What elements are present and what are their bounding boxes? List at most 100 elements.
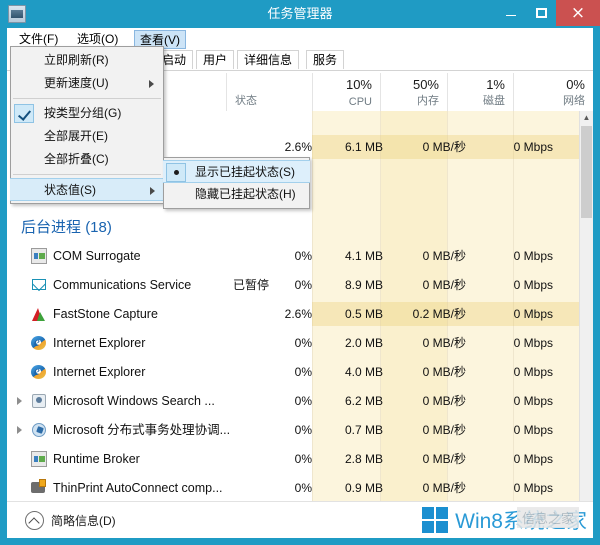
cell-disk: 0 MB/秒 xyxy=(422,394,466,408)
cell-network: 0 Mbps xyxy=(513,481,553,495)
submenu-item-show-suspended[interactable]: 显示已挂起状态(S) xyxy=(163,160,310,183)
cell-disk: 0 MB/秒 xyxy=(422,365,466,379)
column-percent-network: 0% xyxy=(566,77,585,92)
menu-item-status-values[interactable]: 状态值(S) xyxy=(10,178,164,201)
table-row[interactable]: COM Surrogate 0% 4.1 MB 0 MB/秒 0 Mbps xyxy=(7,244,579,268)
cell-process-name: Internet Explorer xyxy=(53,365,146,379)
fewer-details-label: 简略信息(D) xyxy=(51,513,116,528)
menu-item-expand-all[interactable]: 全部展开(E) xyxy=(11,125,163,148)
table-row[interactable]: Microsoft 分布式事务处理协调... 0% 0.7 MB 0 MB/秒 … xyxy=(7,418,579,442)
cell-process-name: Microsoft 分布式事务处理协调... xyxy=(53,423,231,437)
expander-icon[interactable] xyxy=(17,426,22,434)
tab-users[interactable]: 用户 xyxy=(196,50,235,69)
maximize-button[interactable] xyxy=(526,0,556,26)
cell-cpu: 0% xyxy=(294,452,312,466)
window-controls: × xyxy=(496,0,600,28)
cell-network: 0 Mbps xyxy=(513,307,553,321)
vertical-scrollbar[interactable]: ▲ ▼ xyxy=(579,111,593,520)
cell-process-name: FastStone Capture xyxy=(53,307,158,321)
cell-disk: 0 MB/秒 xyxy=(422,336,466,350)
cell-network: 0 Mbps xyxy=(513,336,553,350)
dtc-icon xyxy=(31,422,47,438)
mail-icon xyxy=(31,277,47,293)
cell-disk: 0 MB/秒 xyxy=(422,452,466,466)
expander-icon[interactable] xyxy=(17,397,22,405)
com-surrogate-icon xyxy=(31,248,47,264)
cell-memory: 6.2 MB xyxy=(344,394,383,408)
column-label-network: 网络 xyxy=(563,95,585,107)
cell-memory: 6.1 MB xyxy=(344,140,383,154)
submenu-item-hide-suspended[interactable]: 隐藏已挂起状态(H) xyxy=(164,183,309,206)
table-row[interactable]: Internet Explorer 0% 4.0 MB 0 MB/秒 0 Mbp… xyxy=(7,360,579,384)
column-percent-cpu: 10% xyxy=(345,77,372,92)
submenu-item-show-suspended-label: 显示已挂起状态(S) xyxy=(195,165,295,179)
scroll-up-icon[interactable]: ▲ xyxy=(580,111,593,125)
cell-memory: 8.9 MB xyxy=(344,278,383,292)
faststone-capture-icon xyxy=(31,306,47,322)
column-label-status: 状态 xyxy=(235,95,257,107)
column-header-disk[interactable]: 1% 磁盘 xyxy=(447,73,513,111)
tab-services[interactable]: 服务 xyxy=(306,50,345,69)
menu-item-group-by-type-label: 按类型分组(G) xyxy=(44,106,122,120)
thinprint-icon xyxy=(31,479,47,496)
column-label-memory: 内存 xyxy=(417,95,439,107)
windows-logo-icon xyxy=(422,507,449,533)
minimize-button[interactable] xyxy=(496,0,526,26)
footer-bar: 简略信息(D) Win8系统之家 信息之家 xyxy=(7,501,593,538)
cell-cpu: 0% xyxy=(294,249,312,263)
column-label-disk: 磁盘 xyxy=(483,95,505,107)
checkmark-icon xyxy=(14,104,34,123)
cell-network: 0 Mbps xyxy=(513,423,553,437)
cell-cpu: 0% xyxy=(294,394,312,408)
cell-process-name: Microsoft Windows Search ... xyxy=(53,394,215,408)
cell-memory: 0.5 MB xyxy=(344,307,383,321)
table-row[interactable]: Communications Service 已暂停 0% 8.9 MB 0 M… xyxy=(7,273,579,297)
table-row[interactable]: ThinPrint AutoConnect comp... 0% 0.9 MB … xyxy=(7,476,579,500)
cell-network: 0 Mbps xyxy=(513,365,553,379)
cell-disk: 0 MB/秒 xyxy=(422,423,466,437)
group-count: (18) xyxy=(85,219,112,236)
menu-item-collapse-all[interactable]: 全部折叠(C) xyxy=(11,148,163,171)
scrollbar-thumb[interactable] xyxy=(581,126,592,218)
chevron-right-icon xyxy=(150,187,155,195)
group-header-label: 后台进程 (18) xyxy=(21,215,112,241)
cell-cpu: 0% xyxy=(294,423,312,437)
table-row[interactable]: FastStone Capture 2.6% 0.5 MB 0.2 MB/秒 0… xyxy=(7,302,579,326)
close-button[interactable]: × xyxy=(556,0,600,26)
cell-disk: 0 MB/秒 xyxy=(422,481,466,495)
column-header-memory[interactable]: 50% 内存 xyxy=(380,73,447,111)
group-header-background-processes[interactable]: 后台进程 (18) xyxy=(7,215,579,241)
menu-item-refresh-now[interactable]: 立即刷新(R) xyxy=(11,49,163,72)
cell-disk: 0.2 MB/秒 xyxy=(412,307,466,321)
watermark-ghost-text: 信息之家 xyxy=(516,507,579,528)
menu-item-update-speed[interactable]: 更新速度(U) xyxy=(11,72,163,95)
tab-details[interactable]: 详细信息 xyxy=(237,50,300,69)
cell-process-name: Runtime Broker xyxy=(53,452,140,466)
column-header-status[interactable]: 状态 xyxy=(226,73,312,111)
cell-cpu: 2.6% xyxy=(284,140,312,154)
chevron-up-icon xyxy=(25,510,44,530)
title-bar: 任务管理器 × xyxy=(0,0,600,28)
task-manager-window: 任务管理器 × 文件(F) 选项(O) 查看(V) 启动 用户 详细信息 服务 xyxy=(0,0,600,545)
cell-cpu: 0% xyxy=(294,278,312,292)
view-dropdown-menu: 立即刷新(R) 更新速度(U) 按类型分组(G) 全部展开(E) 全部折叠(C)… xyxy=(10,46,164,204)
menu-separator xyxy=(13,98,161,99)
fewer-details-button[interactable]: 简略信息(D) xyxy=(25,510,116,530)
table-row[interactable]: Runtime Broker 0% 2.8 MB 0 MB/秒 0 Mbps xyxy=(7,447,579,471)
cell-disk: 0 MB/秒 xyxy=(422,249,466,263)
column-header-cpu[interactable]: 10% CPU xyxy=(312,73,380,111)
cell-network: 0 Mbps xyxy=(513,249,553,263)
cell-network: 0 Mbps xyxy=(513,278,553,292)
cell-disk: 0 MB/秒 xyxy=(422,278,466,292)
cell-cpu: 0% xyxy=(294,481,312,495)
menu-item-group-by-type[interactable]: 按类型分组(G) xyxy=(11,102,163,125)
cell-process-name: Communications Service xyxy=(53,278,192,292)
table-row[interactable]: Microsoft Windows Search ... 0% 6.2 MB 0… xyxy=(7,389,579,413)
cell-memory: 4.0 MB xyxy=(344,365,383,379)
column-header-network[interactable]: 0% 网络 xyxy=(513,73,593,111)
cell-memory: 0.9 MB xyxy=(344,481,383,495)
cell-process-name: ThinPrint AutoConnect comp... xyxy=(53,481,223,495)
table-row[interactable]: Internet Explorer 0% 2.0 MB 0 MB/秒 0 Mbp… xyxy=(7,331,579,355)
menu-item-update-speed-label: 更新速度(U) xyxy=(44,76,109,90)
column-percent-disk: 1% xyxy=(486,77,505,92)
